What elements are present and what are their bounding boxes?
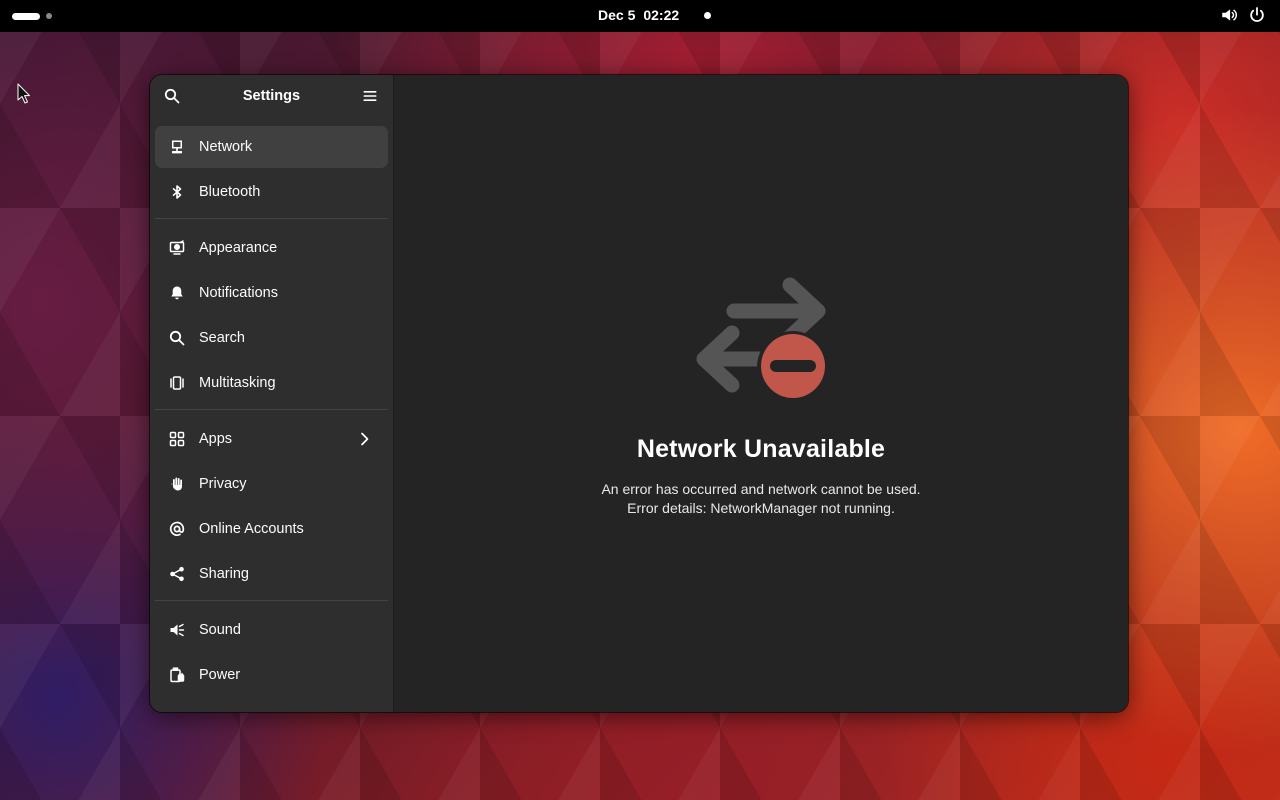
- workspace-indicator: [46, 13, 52, 19]
- settings-sidebar: Settings Network Bluetooth Appearance No…: [150, 75, 394, 712]
- sidebar-item-privacy[interactable]: Privacy: [155, 463, 388, 505]
- sidebar-item-network[interactable]: Network: [155, 126, 388, 168]
- sidebar-item-sharing[interactable]: Sharing: [155, 553, 388, 595]
- network-page: Network Unavailable An error has occurre…: [394, 75, 1128, 712]
- sidebar-item-label: Privacy: [199, 476, 247, 492]
- settings-nav-list: Network Bluetooth Appearance Notificatio…: [150, 126, 393, 699]
- system-tray[interactable]: [1220, 6, 1266, 24]
- at-sign-icon: [169, 521, 185, 537]
- clock-date: Dec 5: [598, 7, 636, 23]
- sidebar-item-sound[interactable]: Sound: [155, 609, 388, 651]
- sidebar-item-label: Multitasking: [199, 375, 276, 391]
- sidebar-item-apps[interactable]: Apps: [155, 418, 388, 460]
- hand-icon: [169, 476, 185, 492]
- sidebar-item-label: Network: [199, 139, 253, 155]
- sidebar-item-label: Sound: [199, 622, 241, 638]
- status-description-line: Error details: NetworkManager not runnin…: [627, 500, 895, 516]
- notification-dot-icon: [704, 12, 711, 19]
- sidebar-separator: [155, 600, 388, 601]
- power-icon[interactable]: [1248, 6, 1266, 24]
- multitasking-icon: [169, 375, 185, 391]
- sidebar-item-notifications[interactable]: Notifications: [155, 272, 388, 314]
- speaker-icon: [169, 622, 185, 638]
- sidebar-item-power[interactable]: Power: [155, 654, 388, 696]
- sidebar-item-bluetooth[interactable]: Bluetooth: [155, 171, 388, 213]
- hamburger-menu-icon: [362, 88, 378, 108]
- power-battery-icon: [169, 667, 185, 683]
- status-description-line: An error has occurred and network cannot…: [601, 481, 921, 497]
- clock-time: 02:22: [643, 7, 680, 23]
- sidebar-separator: [155, 409, 388, 410]
- sidebar-item-label: Online Accounts: [199, 521, 304, 537]
- sidebar-item-label: Search: [199, 330, 245, 346]
- clock-button[interactable]: Dec 5 02:22: [598, 7, 679, 23]
- main-menu-button[interactable]: [357, 85, 383, 111]
- sidebar-item-online-accounts[interactable]: Online Accounts: [155, 508, 388, 550]
- appearance-icon: [169, 240, 185, 256]
- network-error-icon: [694, 275, 829, 403]
- sidebar-item-label: Power: [199, 667, 241, 683]
- sidebar-item-search[interactable]: Search: [155, 317, 388, 359]
- mouse-pointer-icon: [17, 83, 31, 109]
- search-icon: [169, 330, 185, 346]
- sidebar-item-label: Apps: [199, 431, 233, 447]
- settings-window: Settings Network Bluetooth Appearance No…: [150, 75, 1128, 712]
- apps-grid-icon: [169, 431, 185, 447]
- sidebar-item-label: Notifications: [199, 285, 278, 301]
- sidebar-item-appearance[interactable]: Appearance: [155, 227, 388, 269]
- sidebar-separator: [155, 218, 388, 219]
- active-workspace-indicator: [12, 12, 40, 20]
- status-description: An error has occurred and network cannot…: [394, 480, 1128, 518]
- share-icon: [169, 566, 185, 582]
- sidebar-item-label: Appearance: [199, 240, 278, 256]
- bluetooth-icon: [169, 184, 185, 200]
- network-wired-icon: [169, 139, 185, 155]
- sidebar-item-label: Bluetooth: [199, 184, 261, 200]
- sidebar-item-multitasking[interactable]: Multitasking: [155, 362, 388, 404]
- volume-icon[interactable]: [1220, 6, 1238, 24]
- sidebar-header: Settings: [150, 75, 393, 121]
- chevron-right-icon: [356, 431, 372, 451]
- status-title: Network Unavailable: [636, 435, 886, 463]
- bell-icon: [169, 285, 185, 301]
- activities-button[interactable]: [12, 8, 52, 24]
- top-bar: Dec 5 02:22: [0, 0, 1280, 32]
- sidebar-item-label: Sharing: [199, 566, 249, 582]
